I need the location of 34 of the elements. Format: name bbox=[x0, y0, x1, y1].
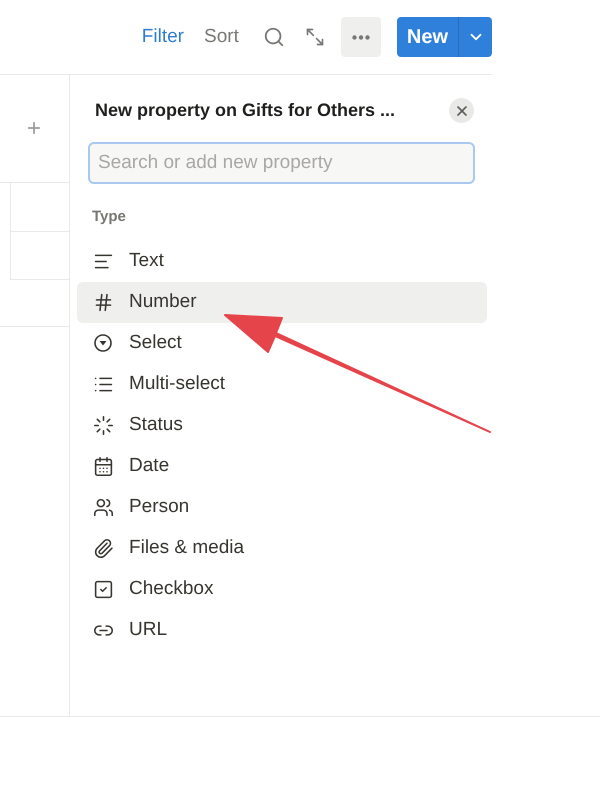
people-icon bbox=[92, 496, 114, 518]
property-type-item[interactable]: Text bbox=[77, 240, 487, 282]
property-type-item[interactable]: Number bbox=[77, 282, 487, 322]
type-label: Select bbox=[129, 330, 182, 355]
search-field[interactable]: Search or add new property bbox=[88, 142, 475, 184]
type-label: Status bbox=[129, 412, 183, 437]
ellipsis-icon bbox=[352, 34, 370, 40]
checkbox-icon bbox=[92, 578, 114, 600]
circle-caret-icon bbox=[92, 332, 114, 354]
sort-button[interactable]: Sort bbox=[196, 18, 247, 56]
paperclip-icon bbox=[92, 537, 114, 559]
property-type-item[interactable]: Select bbox=[77, 322, 487, 364]
property-type-item[interactable]: Person bbox=[77, 486, 487, 528]
filter-button[interactable]: Filter bbox=[134, 18, 192, 56]
more-button[interactable] bbox=[340, 17, 381, 57]
type-label: Person bbox=[129, 494, 190, 519]
type-label: Checkbox bbox=[129, 576, 214, 601]
type-label: Files & media bbox=[129, 536, 244, 560]
type-label: Number bbox=[129, 290, 197, 314]
type-label: Text bbox=[129, 248, 164, 273]
property-type-item[interactable]: Status bbox=[77, 404, 487, 446]
close-icon[interactable] bbox=[449, 98, 474, 123]
type-label: URL bbox=[129, 618, 168, 642]
property-type-item[interactable]: Date bbox=[77, 446, 487, 486]
section-label: Type bbox=[92, 207, 127, 227]
spinner-icon bbox=[92, 414, 114, 436]
panel-title: New property on Gifts for Others ... bbox=[95, 99, 396, 122]
property-type-item[interactable]: Multi-select bbox=[77, 364, 487, 404]
property-type-item[interactable]: Files & media bbox=[77, 528, 487, 568]
property-type-item[interactable]: URL bbox=[77, 610, 487, 650]
type-label: Multi-select bbox=[129, 372, 226, 396]
calendar-icon bbox=[92, 455, 114, 477]
type-label: Date bbox=[129, 454, 170, 478]
property-type-item[interactable]: Checkbox bbox=[77, 568, 487, 610]
